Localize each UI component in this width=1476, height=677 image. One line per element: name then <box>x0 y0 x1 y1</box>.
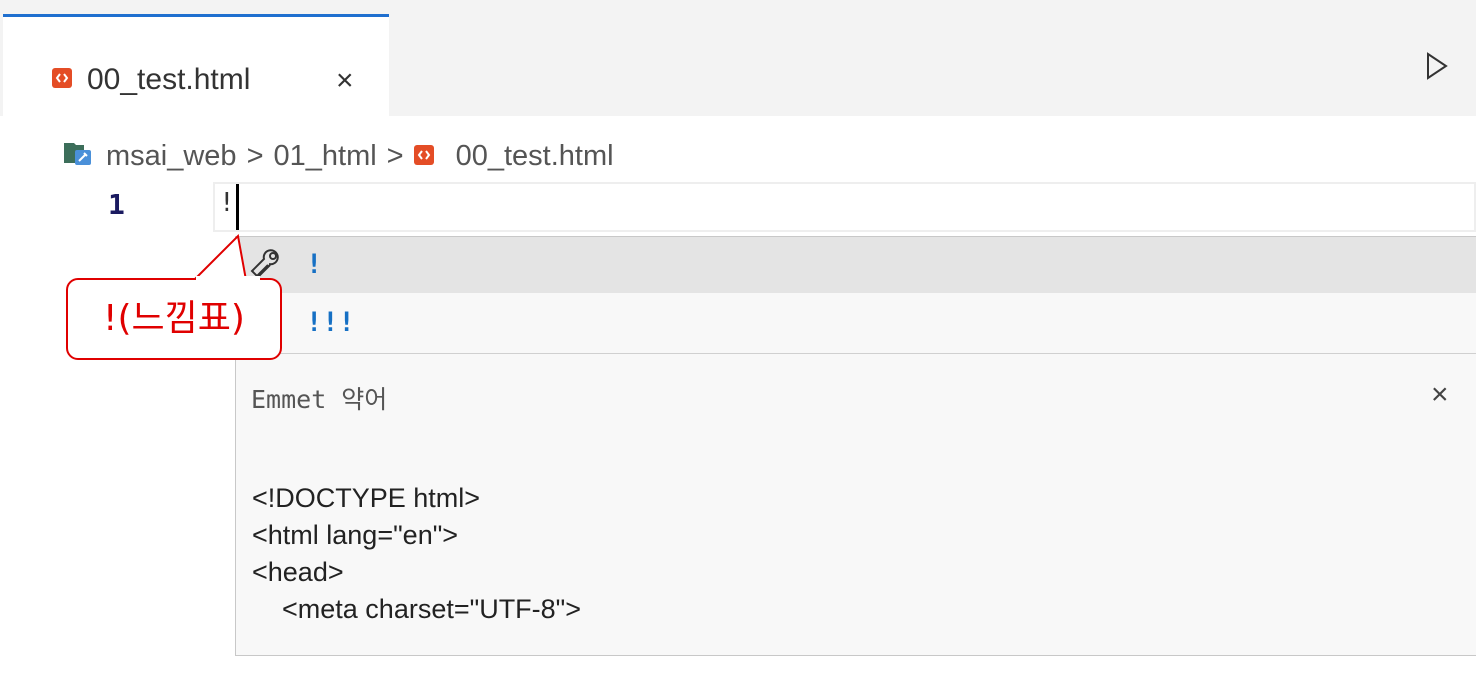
suggestion-details: Emmet 약어 × <!DOCTYPE html> <html lang="en… <box>236 353 1476 656</box>
preview-line: <head> <box>252 557 344 587</box>
preview-line: <html lang="en"> <box>252 520 459 550</box>
breadcrumb-item-folder[interactable]: msai_web <box>106 140 237 173</box>
tab-label: 00_test.html <box>87 63 251 96</box>
current-line-highlight <box>213 182 1476 232</box>
details-title: Emmet 약어 <box>251 385 388 414</box>
close-icon[interactable]: × <box>1431 378 1449 412</box>
annotation-callout: !(느낌표) <box>66 278 282 360</box>
play-icon[interactable] <box>1426 52 1448 85</box>
html-file-icon <box>52 68 72 93</box>
tab-bar: 00_test.html × <box>0 0 1476 116</box>
preview-line: <meta charset="UTF-8"> <box>252 594 582 624</box>
suggestion-widget: ! !!! Emmet 약어 × <!DOCTYPE html> <html la… <box>235 236 1476 656</box>
suggestion-label: !!! <box>306 307 355 338</box>
details-preview: <!DOCTYPE html> <html lang="en"> <head> <m… <box>252 480 581 628</box>
suggestion-item-selected[interactable]: ! <box>236 237 1476 293</box>
suggestion-label: ! <box>306 249 323 280</box>
html-file-icon <box>413 140 434 173</box>
breadcrumb-separator: > <box>246 139 264 172</box>
breadcrumb: msai_web > 01_html > 00_test.html <box>64 136 614 176</box>
preview-line: <!DOCTYPE html> <box>252 483 481 513</box>
close-icon[interactable]: × <box>336 63 354 99</box>
breadcrumb-item-file[interactable]: 00_test.html <box>456 140 614 173</box>
folder-icon <box>64 140 92 173</box>
breadcrumb-item-subfolder[interactable]: 01_html <box>274 140 377 173</box>
text-cursor <box>236 184 239 230</box>
callout-pointer-join <box>196 276 260 282</box>
breadcrumb-separator: > <box>386 139 404 172</box>
tab-00-test-html[interactable]: 00_test.html × <box>3 14 389 116</box>
code-line-text[interactable]: ! <box>219 188 235 218</box>
annotation-text: !(느낌표) <box>103 298 245 339</box>
line-number: 1 <box>108 188 125 221</box>
suggestion-item[interactable]: !!! <box>236 295 1476 351</box>
